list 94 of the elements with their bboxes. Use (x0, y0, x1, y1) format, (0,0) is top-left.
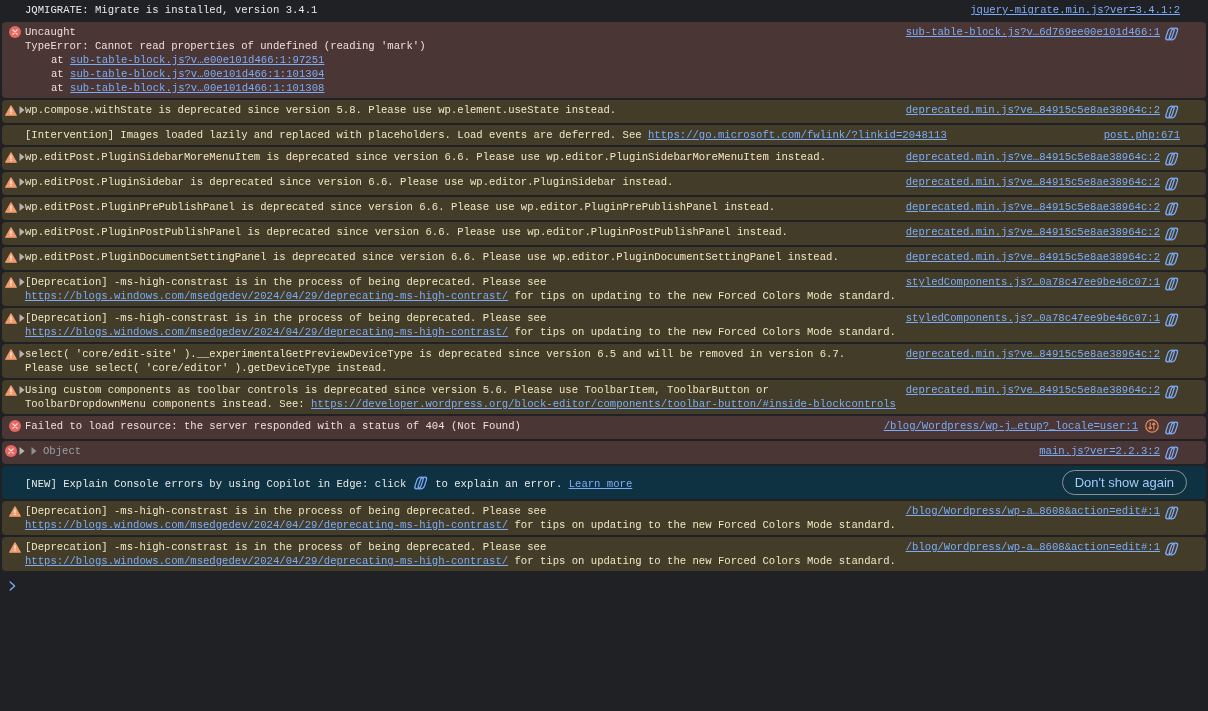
warning-icon (5, 151, 17, 163)
source-link[interactable]: /blog/Wordpress/wp-a…8608&action=edit#:1 (905, 540, 1160, 554)
linked-loops-icon[interactable] (1164, 312, 1180, 328)
error-icon (9, 26, 21, 38)
source-link[interactable]: deprecated.min.js?ve…84915c5e8ae38964c:2 (905, 175, 1160, 189)
url-link[interactable]: https://developer.wordpress.org/block-editor/components/toolbar-button/#inside-blockcontrols (311, 398, 896, 410)
warning-icon (5, 251, 17, 263)
prompt-chevron-icon (9, 581, 16, 591)
linked-loops-icon[interactable] (1164, 505, 1180, 521)
warning-icon (5, 312, 17, 324)
linked-loops-icon[interactable] (1164, 176, 1180, 192)
source-link[interactable]: deprecated.min.js?ve…84915c5e8ae38964c:2 (905, 347, 1160, 361)
console-message: [NEW] Explain Console errors by using Copilot in Edge: click to explain an error. Learn more (25, 477, 633, 490)
linked-loops-icon[interactable] (1164, 348, 1180, 364)
warning-icon (5, 104, 17, 116)
url-link[interactable]: Learn more (568, 477, 633, 490)
expand-triangle-icon[interactable] (19, 203, 25, 211)
expand-triangle-icon[interactable] (19, 386, 25, 394)
linked-loops-icon[interactable] (1164, 541, 1180, 557)
source-link[interactable]: deprecated.min.js?ve…84915c5e8ae38964c:2 (905, 383, 1160, 397)
linked-loops-icon[interactable] (1164, 26, 1180, 42)
url-link[interactable]: https://blogs.windows.com/msedgedev/2024/04/29/deprecating-ms-high-contrast/ (25, 519, 509, 531)
linked-loops-icon[interactable] (1164, 201, 1180, 217)
console-message: Using custom components as toolbar controls is deprecated since version 5.6. Please use ToolbarItem, ToolbarButton or ToolbarDropdownMenu components instead. See: https://developer.wordpress.org/block-editor/components/toolbar-button/#inside-blockcontrols (25, 384, 896, 410)
console-message: [Deprecation] -ms-high-constrast is in the process of being deprecated. Please see https://blogs.windows.com/msedgedev/2024/04/29/deprecating-ms-high-contrast/ for tips on updating to the new Forced Colors Mode standard. (25, 541, 896, 567)
warning-icon (5, 176, 17, 188)
linked-loops-icon[interactable] (1164, 420, 1180, 436)
expand-triangle-icon[interactable] (19, 253, 25, 261)
url-link[interactable]: https://blogs.windows.com/msedgedev/2024/04/29/deprecating-ms-high-contrast/ (25, 555, 509, 567)
linked-loops-icon[interactable] (1164, 445, 1180, 461)
url-link[interactable]: https://go.microsoft.com/fwlink/?linkid=2048113 (648, 129, 947, 141)
console-message: wp.editPost.PluginPrePublishPanel is deprecated since version 6.6. Please use wp.editor.PluginPrePublishPanel instead. (25, 201, 776, 213)
expand-triangle-icon[interactable] (19, 278, 25, 286)
source-link[interactable]: deprecated.min.js?ve…84915c5e8ae38964c:2 (905, 250, 1160, 264)
source-link[interactable]: deprecated.min.js?ve…84915c5e8ae38964c:2 (905, 103, 1160, 117)
expand-triangle-icon[interactable] (19, 153, 25, 161)
linked-loops-icon[interactable] (1164, 104, 1180, 120)
console-message: [Deprecation] -ms-high-constrast is in the process of being deprecated. Please see https://blogs.windows.com/msedgedev/2024/04/29/deprecating-ms-high-contrast/ for tips on updating to the new Forced Colors Mode standard. (25, 505, 896, 531)
warning-icon (5, 348, 17, 360)
expand-triangle-icon[interactable] (19, 228, 25, 236)
source-link[interactable]: styledComponents.js?…0a78c47ee9be46c07:1 (905, 311, 1160, 325)
error-icon (5, 445, 17, 457)
warning-icon (5, 384, 17, 396)
expand-triangle-icon[interactable] (19, 447, 25, 455)
stack-frame-link[interactable]: sub-table-block.js?v…00e101d466:1:101308 (70, 82, 325, 94)
source-link[interactable]: deprecated.min.js?ve…84915c5e8ae38964c:2 (905, 225, 1160, 239)
source-link[interactable]: post.php:671 (1103, 128, 1180, 142)
url-link[interactable]: https://blogs.windows.com/msedgedev/2024/04/29/deprecating-ms-high-contrast/ (25, 326, 509, 338)
linked-loops-icon[interactable] (1164, 226, 1180, 242)
error-detail: TypeError: Cannot read properties of undefined (reading 'mark') (25, 39, 427, 53)
warning-icon (5, 226, 17, 238)
stack-frame: at sub-table-block.js?v…e00e101d466:1:97251 (51, 54, 325, 66)
error-icon (9, 420, 21, 432)
console-message: select( 'core/edit-site' ).__experimentalGetPreviewDeviceType is deprecated since version 6.5 and will be removed in version 6.7. Please use select( 'core/editor' ).getDeviceType instead. (25, 348, 846, 374)
console-message: wp.editPost.PluginSidebar is deprecated since version 6.6. Please use wp.editor.PluginSidebar instead. (25, 176, 674, 188)
up-down-arrows-icon[interactable] (1145, 419, 1159, 433)
stack-frame: at sub-table-block.js?v…00e101d466:1:101308 (51, 82, 325, 94)
expand-triangle-icon[interactable] (19, 314, 25, 322)
source-link[interactable]: sub-table-block.js?v…6d769ee00e101d466:1 (905, 25, 1160, 39)
expand-triangle-icon[interactable] (19, 178, 25, 186)
warning-icon (5, 201, 17, 213)
source-link[interactable]: jquery-migrate.min.js?ver=3.4.1:2 (970, 3, 1180, 17)
console-message: wp.editPost.PluginDocumentSettingPanel is deprecated since version 6.6. Please use wp.editor.PluginDocumentSettingPanel instead. (25, 251, 839, 263)
source-link[interactable]: deprecated.min.js?ve…84915c5e8ae38964c:2 (905, 200, 1160, 214)
linked-loops-icon[interactable] (1164, 276, 1180, 292)
console-message: [Deprecation] -ms-high-constrast is in the process of being deprecated. Please see https://blogs.windows.com/msedgedev/2024/04/29/deprecating-ms-high-contrast/ for tips on updating to the new Forced Colors Mode standard. (25, 312, 896, 338)
console-message: JQMIGRATE: Migrate is installed, version 3.4.1 (25, 4, 318, 16)
console-message: Failed to load resource: the server responded with a status of 404 (Not Found) (25, 420, 521, 432)
stack-frame-link[interactable]: sub-table-block.js?v…e00e101d466:1:97251 (70, 54, 325, 66)
source-link[interactable]: deprecated.min.js?ve…84915c5e8ae38964c:2 (905, 150, 1160, 164)
source-link[interactable]: main.js?ver=2.2.3:2 (1039, 444, 1160, 458)
expand-triangle-icon[interactable] (19, 106, 25, 114)
console-message: [Intervention] Images loaded lazily and replaced with placeholders. Load events are deferred. See https://go.microsoft.com/fwlink/?linkid=2048113 (25, 129, 947, 141)
linked-loops-icon (412, 474, 429, 491)
expand-triangle-icon[interactable] (19, 350, 25, 358)
source-link[interactable]: styledComponents.js?…0a78c47ee9be46c07:1 (905, 275, 1160, 289)
expand-triangle-icon[interactable] (31, 447, 37, 455)
warning-icon (9, 505, 21, 517)
object-label[interactable]: Object (43, 445, 82, 457)
source-link[interactable]: /blog/Wordpress/wp-a…8608&action=edit#:1 (905, 504, 1160, 518)
stack-frame: at sub-table-block.js?v…00e101d466:1:101304 (51, 68, 325, 80)
url-link[interactable]: https://blogs.windows.com/msedgedev/2024/04/29/deprecating-ms-high-contrast/ (25, 290, 509, 302)
console-message: wp.compose.withState is deprecated since version 5.8. Please use wp.element.useState instead. (25, 104, 617, 116)
console-message: Uncaught (25, 26, 76, 38)
source-link[interactable]: /blog/Wordpress/wp-j…etup?_locale=user:1 (883, 419, 1138, 433)
console-message: [Deprecation] -ms-high-constrast is in the process of being deprecated. Please see https://blogs.windows.com/msedgedev/2024/04/29/deprecating-ms-high-contrast/ for tips on updating to the new Forced Colors Mode standard. (25, 276, 896, 302)
warning-icon (9, 541, 21, 553)
linked-loops-icon[interactable] (1164, 251, 1180, 267)
linked-loops-icon[interactable] (1164, 384, 1180, 400)
console-message: wp.editPost.PluginSidebarMoreMenuItem is deprecated since version 6.6. Please use wp.editor.PluginSidebarMoreMenuItem instead. (25, 151, 827, 163)
stack-frame-link[interactable]: sub-table-block.js?v…00e101d466:1:101304 (70, 68, 325, 80)
linked-loops-icon[interactable] (1164, 151, 1180, 167)
warning-icon (5, 276, 17, 288)
console-message: wp.editPost.PluginPostPublishPanel is deprecated since version 6.6. Please use wp.editor.PluginPostPublishPanel instead. (25, 226, 788, 238)
